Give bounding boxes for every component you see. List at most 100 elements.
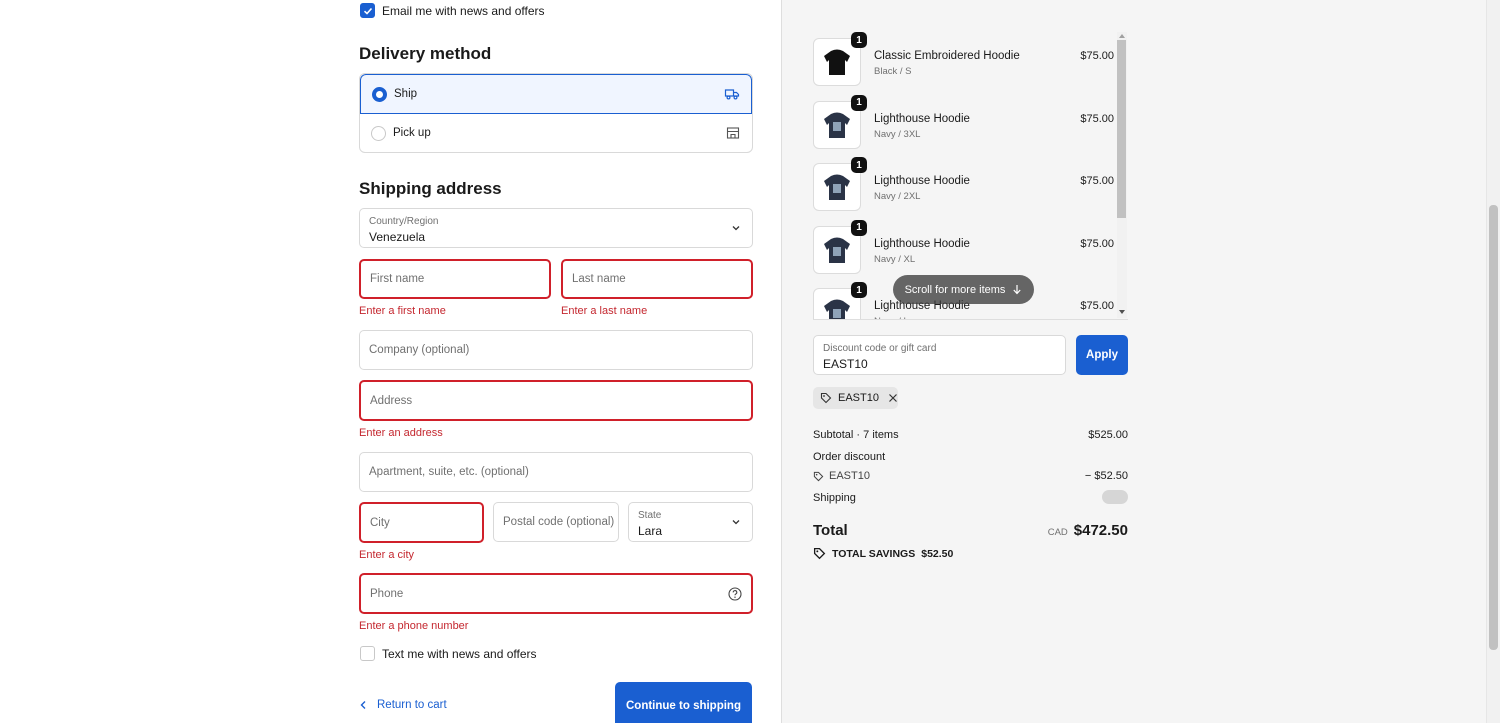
hoodie-icon — [824, 237, 850, 263]
first-name-error: Enter a first name — [359, 305, 446, 317]
check-icon — [363, 7, 372, 15]
cart-item: 1 Lighthouse Hoodie Navy / XL $75.00 — [813, 219, 1118, 276]
item-name: Lighthouse Hoodie — [874, 112, 970, 125]
address-input[interactable]: Address — [359, 380, 753, 421]
scroll-down-arrow-icon[interactable] — [1118, 309, 1126, 315]
scroll-hint-label: Scroll for more items — [904, 283, 1006, 296]
hoodie-icon — [824, 112, 850, 138]
quantity-badge: 1 — [851, 32, 867, 48]
item-variant: Black / S — [874, 66, 912, 77]
last-name-input[interactable]: Last name — [561, 259, 753, 299]
continue-to-shipping-button[interactable]: Continue to shipping — [615, 682, 752, 723]
discount-amount: − $52.50 — [1084, 470, 1128, 482]
address-error: Enter an address — [359, 427, 443, 439]
apply-label: Apply — [1086, 349, 1118, 361]
shipping-label: Shipping — [813, 492, 856, 504]
last-name-error: Enter a last name — [561, 305, 648, 317]
continue-label: Continue to shipping — [626, 700, 741, 712]
cart-list-scroll-thumb[interactable] — [1117, 40, 1126, 218]
delivery-method-title: Delivery method — [359, 44, 492, 63]
item-name: Lighthouse Hoodie — [874, 237, 970, 250]
item-variant: Navy / XL — [874, 253, 916, 265]
postal-code-input[interactable]: Postal code (optional) — [493, 502, 619, 542]
shipping-address-title: Shipping address — [359, 179, 502, 198]
total-savings-row: TOTAL SAVINGS $52.50 — [813, 547, 1128, 560]
total-value: $472.50 — [1073, 522, 1128, 539]
item-price: $75.00 — [1080, 50, 1114, 62]
return-to-cart-link[interactable]: Return to cart — [359, 699, 447, 711]
truck-icon — [724, 89, 740, 100]
city-placeholder: City — [370, 516, 390, 529]
chevron-left-icon — [360, 701, 366, 709]
state-select[interactable]: State Lara — [628, 502, 753, 542]
scroll-for-more-hint[interactable]: Scroll for more items — [893, 275, 1034, 304]
item-price: $75.00 — [1080, 175, 1114, 187]
postal-placeholder: Postal code (optional) — [503, 516, 615, 528]
country-select[interactable]: Country/Region Venezuela — [359, 208, 753, 248]
tag-icon — [813, 471, 824, 481]
shipping-row: Shipping — [813, 490, 1128, 504]
arrow-down-icon — [1013, 285, 1022, 295]
phone-error: Enter a phone number — [359, 620, 469, 632]
first-name-input[interactable]: First name — [359, 259, 551, 299]
quantity-badge: 1 — [851, 219, 867, 236]
subtotal-label: Subtotal · 7 items — [813, 429, 899, 441]
quantity-badge: 1 — [851, 157, 867, 173]
discount-code-row: EAST10 − $52.50 — [813, 470, 1128, 485]
first-name-placeholder: First name — [370, 273, 425, 285]
company-placeholder: Company (optional) — [369, 344, 470, 356]
currency-code: CAD — [1047, 527, 1068, 538]
chevron-down-icon — [732, 226, 740, 231]
return-to-cart-label: Return to cart — [377, 699, 447, 711]
country-value: Venezuela — [369, 230, 426, 244]
total-label: Total — [813, 522, 848, 539]
apartment-input[interactable]: Apartment, suite, etc. (optional) — [359, 452, 753, 492]
page-scroll-thumb[interactable] — [1489, 205, 1498, 650]
quantity-badge: 1 — [851, 94, 867, 111]
discount-code-input[interactable]: Discount code or gift card EAST10 — [813, 335, 1066, 375]
checkout-form-panel: Email me with news and offers Delivery m… — [0, 0, 782, 723]
item-variant: Navy / 3XL — [874, 128, 921, 140]
subtotal-value: $525.00 — [1088, 429, 1128, 441]
shipping-loading-placeholder — [1102, 490, 1128, 504]
item-variant: Navy / 2XL — [874, 191, 921, 202]
tag-icon — [820, 392, 832, 404]
pickup-radio[interactable] — [371, 126, 386, 141]
sms-opt-in-checkbox[interactable] — [360, 646, 375, 661]
tag-icon — [813, 547, 826, 560]
email-opt-in-label: Email me with news and offers — [382, 4, 545, 18]
cart-item: 1 Lighthouse Hoodie Navy / 3XL $75.00 — [813, 94, 1118, 151]
discount-value: EAST10 — [823, 357, 868, 371]
item-name: Lighthouse Hoodie — [874, 175, 970, 187]
phone-input[interactable]: Phone — [359, 573, 753, 614]
store-icon — [726, 127, 740, 139]
last-name-placeholder: Last name — [572, 273, 626, 285]
email-opt-in-checkbox[interactable] — [360, 3, 375, 18]
company-input[interactable]: Company (optional) — [359, 330, 753, 370]
phone-placeholder: Phone — [370, 587, 404, 600]
delivery-option-ship[interactable]: Ship — [360, 74, 752, 114]
chevron-down-icon — [732, 520, 740, 525]
order-discount-row: Order discount — [813, 451, 1128, 463]
pickup-label: Pick up — [393, 127, 431, 139]
close-icon[interactable] — [888, 393, 898, 403]
summary-discount-code: EAST10 — [829, 470, 870, 482]
item-variant: Navy / L — [874, 316, 909, 319]
applied-code: EAST10 — [838, 392, 879, 404]
delivery-option-pickup[interactable]: Pick up — [360, 114, 752, 152]
discount-label: Discount code or gift card — [823, 343, 937, 354]
savings-label: TOTAL SAVINGS — [832, 547, 916, 560]
hoodie-icon — [824, 49, 850, 75]
ship-radio[interactable] — [372, 87, 387, 102]
state-label: State — [638, 510, 662, 521]
cart-item: 1 Lighthouse Hoodie Navy / 2XL $75.00 — [813, 157, 1118, 213]
savings-value: $52.50 — [921, 547, 954, 560]
scroll-up-arrow-icon[interactable] — [1118, 33, 1126, 39]
item-name: Classic Embroidered Hoodie — [874, 50, 1020, 62]
city-input[interactable]: City — [359, 502, 484, 543]
apartment-placeholder: Apartment, suite, etc. (optional) — [369, 466, 529, 478]
city-error: Enter a city — [359, 549, 415, 561]
apply-discount-button[interactable]: Apply — [1076, 335, 1128, 375]
help-icon[interactable] — [728, 587, 742, 601]
item-price: $75.00 — [1080, 237, 1114, 250]
